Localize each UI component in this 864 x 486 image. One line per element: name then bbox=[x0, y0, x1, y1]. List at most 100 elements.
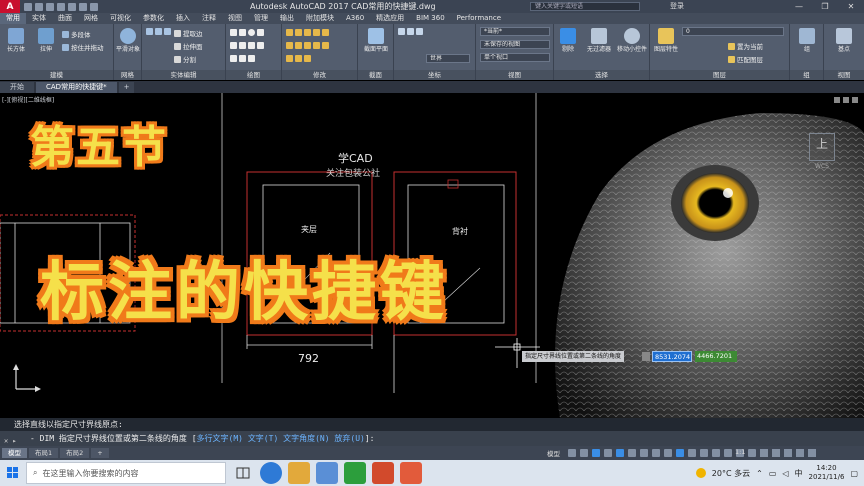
autoscale-icon[interactable] bbox=[700, 449, 708, 457]
layout-tab-add[interactable]: + bbox=[91, 448, 109, 458]
wechat-icon[interactable] bbox=[344, 462, 366, 484]
rectangle-icon[interactable] bbox=[230, 42, 237, 49]
tab-mesh[interactable]: 网格 bbox=[78, 13, 104, 24]
notification-icon[interactable]: ▢ bbox=[850, 469, 858, 478]
tab-surface[interactable]: 曲面 bbox=[52, 13, 78, 24]
section-plane-button[interactable]: 截面平面 bbox=[362, 28, 390, 53]
group-button[interactable]: 组 bbox=[793, 28, 821, 53]
selection-cycling-icon[interactable] bbox=[664, 449, 672, 457]
help-search-input[interactable]: 键入关键字或短语 bbox=[530, 2, 640, 11]
layout-tab-model[interactable]: 模型 bbox=[2, 448, 27, 458]
command-option-mtext[interactable]: 多行文字(M) bbox=[197, 434, 243, 443]
extract-edges-button[interactable]: 提取边 bbox=[174, 28, 203, 38]
stretch-icon[interactable] bbox=[295, 42, 302, 49]
ellipse-icon[interactable] bbox=[239, 42, 246, 49]
layout-tab-2[interactable]: 布局2 bbox=[60, 448, 90, 458]
polyline-icon[interactable] bbox=[239, 29, 246, 36]
dynamic-input-icon[interactable] bbox=[676, 449, 684, 457]
viewcube[interactable]: 上 bbox=[809, 133, 835, 161]
boundary-icon[interactable] bbox=[248, 55, 255, 62]
viewcube-wcs-label[interactable]: WCS bbox=[809, 163, 835, 170]
network-icon[interactable]: ▭ bbox=[769, 469, 777, 478]
tab-performance[interactable]: Performance bbox=[451, 13, 507, 24]
model-space-toggle[interactable]: 模型 bbox=[547, 448, 560, 458]
command-option-undo[interactable]: 放弃(U) bbox=[334, 434, 364, 443]
tab-parametric[interactable]: 参数化 bbox=[137, 13, 170, 24]
unsaved-view-select[interactable]: 未保存的视图 bbox=[480, 40, 550, 49]
viewport-maximize-icon[interactable] bbox=[843, 97, 849, 103]
no-filter-button[interactable]: 无过滤器 bbox=[584, 28, 614, 53]
layout-tab-1[interactable]: 布局1 bbox=[29, 448, 59, 458]
lineweight-icon[interactable] bbox=[640, 449, 648, 457]
rotate-icon[interactable] bbox=[295, 29, 302, 36]
join-icon[interactable] bbox=[304, 55, 311, 62]
file-tab-drawing[interactable]: CAD常用的快捷键* bbox=[36, 82, 117, 93]
command-option-angle[interactable]: 文字角度(N) bbox=[283, 434, 329, 443]
weather-icon[interactable] bbox=[695, 468, 706, 478]
explode-icon[interactable] bbox=[295, 55, 302, 62]
arc-icon[interactable] bbox=[257, 29, 264, 36]
hardware-acceleration-icon[interactable] bbox=[784, 449, 792, 457]
layer-properties-button[interactable]: 图层特性 bbox=[652, 28, 680, 53]
move-icon[interactable] bbox=[286, 29, 293, 36]
osnap-icon[interactable] bbox=[616, 449, 624, 457]
line-icon[interactable] bbox=[230, 29, 237, 36]
clean-screen-icon[interactable] bbox=[796, 449, 804, 457]
new-file-icon[interactable] bbox=[24, 2, 32, 11]
isolate-objects-icon[interactable] bbox=[748, 449, 756, 457]
autocad-taskbar-icon[interactable] bbox=[372, 462, 394, 484]
grid-icon[interactable] bbox=[568, 449, 576, 457]
command-line-customize-icon[interactable]: ✕ ▸ bbox=[4, 434, 26, 445]
undo-icon[interactable] bbox=[79, 2, 87, 11]
tab-visualize[interactable]: 可视化 bbox=[104, 13, 137, 24]
dynamic-input-y[interactable]: 4466.7201 bbox=[695, 351, 737, 362]
otrack-icon[interactable] bbox=[628, 449, 636, 457]
recorder-app-icon[interactable] bbox=[400, 462, 422, 484]
base-point-button[interactable]: 基点 bbox=[830, 28, 858, 53]
subtract-icon[interactable] bbox=[155, 28, 162, 35]
viewcube-face-top[interactable]: 上 bbox=[810, 134, 834, 154]
hatch-icon[interactable] bbox=[248, 42, 255, 49]
ucs-select[interactable]: 世界 bbox=[426, 54, 470, 63]
union-icon[interactable] bbox=[146, 28, 153, 35]
task-view-button[interactable] bbox=[232, 462, 254, 484]
autocad-logo-icon[interactable]: A bbox=[0, 0, 20, 13]
viewport-config-select[interactable]: 单个视口 bbox=[480, 53, 550, 62]
drawing-canvas[interactable]: [-][俯视][二维线框] 第五节 标注的快捷键 学CAD 关注包装公社 夹层 … bbox=[0, 93, 864, 418]
tray-expand-icon[interactable]: ⌃ bbox=[756, 469, 763, 478]
weather-text[interactable]: 20°C 多云 bbox=[712, 468, 750, 479]
annotation-monitor-icon[interactable] bbox=[724, 449, 732, 457]
redo-icon[interactable] bbox=[90, 2, 98, 11]
culling-button[interactable]: 剔除 bbox=[554, 28, 582, 53]
snap-icon[interactable] bbox=[580, 449, 588, 457]
workspace-icon[interactable] bbox=[712, 449, 720, 457]
presspull-button[interactable]: 按住并拖动 bbox=[62, 42, 104, 52]
transparency-icon[interactable] bbox=[652, 449, 660, 457]
save-icon[interactable] bbox=[46, 2, 54, 11]
viewport-close-icon[interactable] bbox=[852, 97, 858, 103]
edge-browser-icon[interactable] bbox=[260, 462, 282, 484]
tab-view[interactable]: 视图 bbox=[222, 13, 248, 24]
extrude-button[interactable]: 拉伸 bbox=[32, 28, 60, 53]
offset-icon[interactable] bbox=[322, 42, 329, 49]
open-file-icon[interactable] bbox=[35, 2, 43, 11]
tab-featured-apps[interactable]: 精选应用 bbox=[370, 13, 410, 24]
spline-icon[interactable] bbox=[257, 42, 264, 49]
box-button[interactable]: 长方体 bbox=[2, 28, 30, 53]
tab-manage[interactable]: 管理 bbox=[248, 13, 274, 24]
login-button[interactable]: 登录 bbox=[670, 1, 684, 11]
command-line-input[interactable]: ✕ ▸ - DIM 指定尺寸界线位置或第二条线的角度 [多行文字(M) 文字(T… bbox=[0, 431, 864, 446]
polysolid-button[interactable]: 多段体 bbox=[62, 29, 91, 39]
trim-icon[interactable] bbox=[304, 29, 311, 36]
tab-solid[interactable]: 实体 bbox=[26, 13, 52, 24]
viewport-minimize-icon[interactable] bbox=[834, 97, 840, 103]
clock[interactable]: 14:20 2021/11/6 bbox=[809, 464, 845, 482]
smooth-object-button[interactable]: 平滑对象 bbox=[114, 28, 142, 53]
input-method-indicator[interactable]: 中 bbox=[795, 468, 803, 479]
store-icon[interactable] bbox=[316, 462, 338, 484]
close-button[interactable]: ✕ bbox=[838, 0, 864, 13]
tab-insert[interactable]: 插入 bbox=[170, 13, 196, 24]
restore-button[interactable]: ❐ bbox=[812, 0, 838, 13]
ucs-origin-icon[interactable] bbox=[416, 28, 423, 35]
point-icon[interactable] bbox=[230, 55, 237, 62]
